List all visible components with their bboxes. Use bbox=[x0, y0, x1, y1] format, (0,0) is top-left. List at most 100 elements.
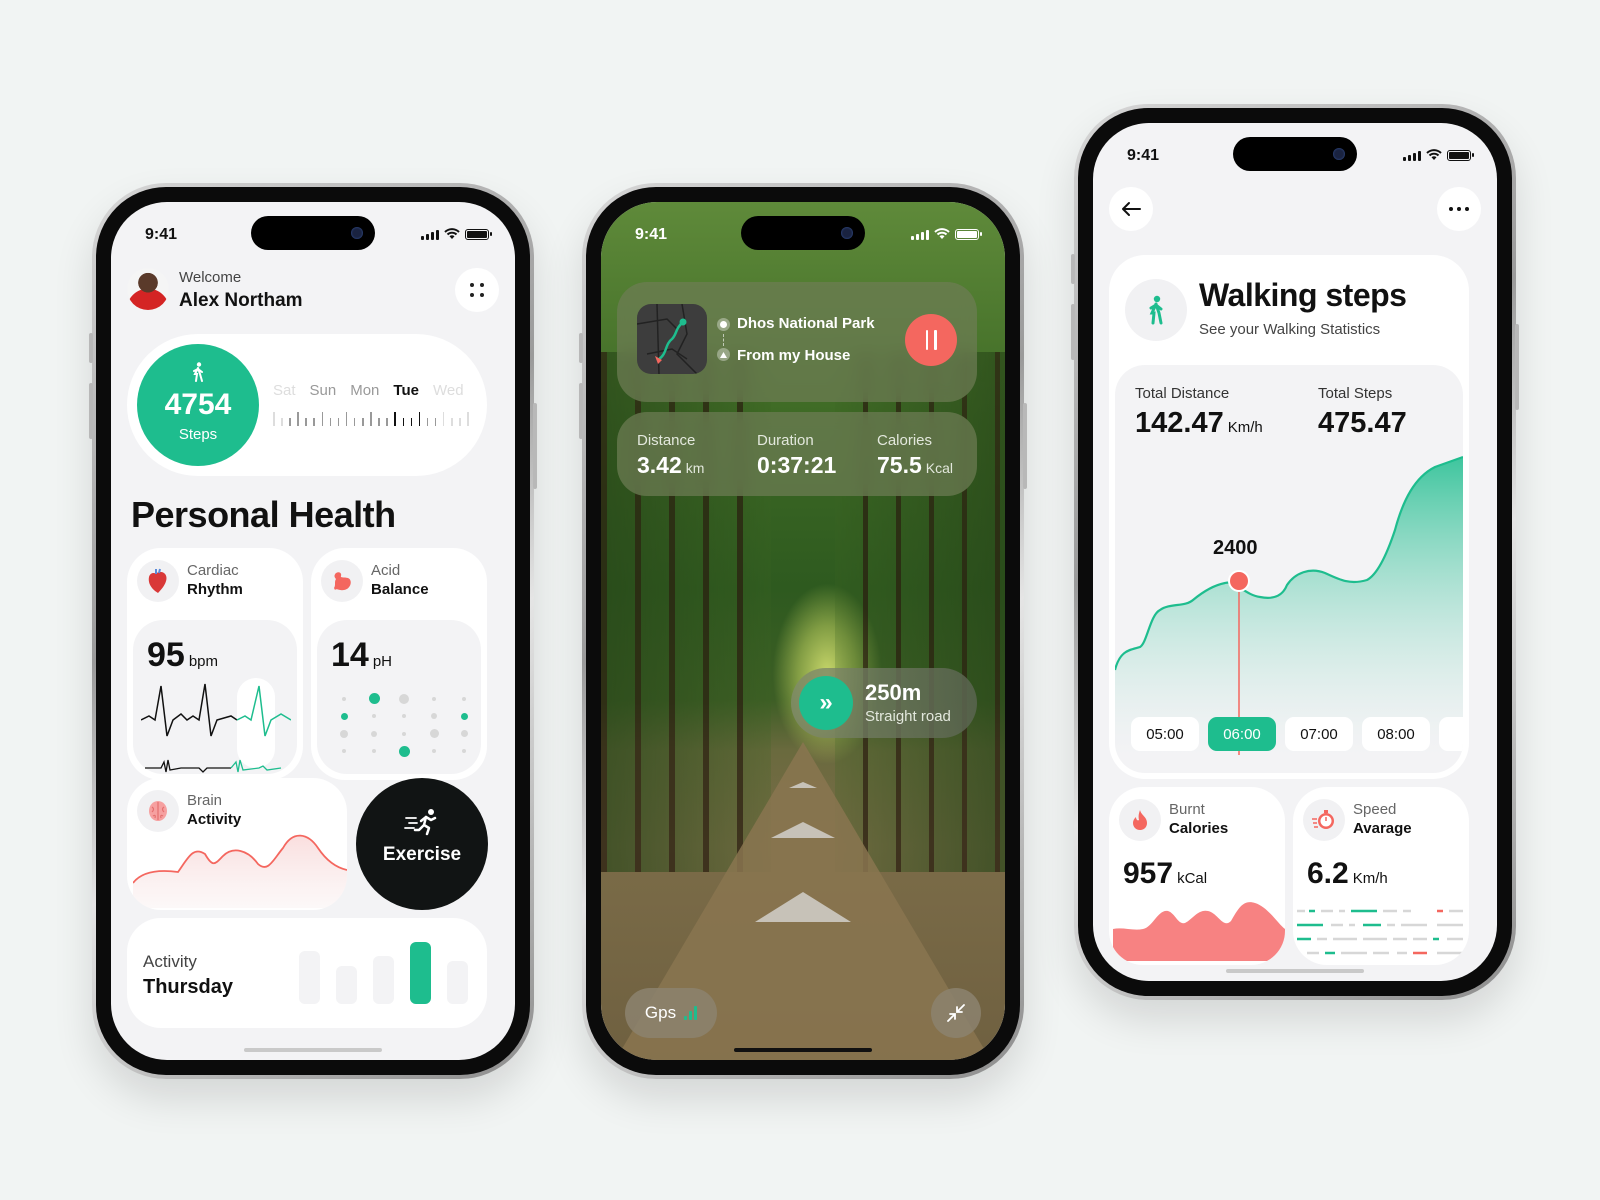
collapse-button[interactable] bbox=[931, 988, 981, 1038]
distance-value: 3.42 bbox=[637, 452, 682, 478]
total-distance-value: 142.47 bbox=[1135, 407, 1224, 439]
direction-arrow-icon bbox=[789, 782, 817, 788]
walking-icon bbox=[1125, 279, 1187, 341]
ruler-tick bbox=[378, 418, 380, 426]
activity-bar[interactable] bbox=[410, 942, 431, 1004]
more-options-button[interactable] bbox=[1437, 187, 1481, 231]
ph-dot bbox=[399, 693, 409, 704]
ruler-tick bbox=[467, 412, 469, 426]
screen: 9:41 Welcome Alex Northam 4754 Steps Sat… bbox=[111, 202, 515, 1060]
total-distance-label: Total Distance bbox=[1135, 385, 1230, 402]
time-chip-next[interactable] bbox=[1439, 717, 1463, 751]
day-sat[interactable]: Sat bbox=[273, 382, 296, 399]
destination-dot-icon bbox=[717, 318, 730, 331]
steps-label: Steps bbox=[178, 426, 218, 443]
ecg-chart bbox=[141, 683, 291, 773]
battery-icon bbox=[465, 229, 492, 240]
speed-dash-chart bbox=[1297, 909, 1463, 955]
ruler-tick bbox=[273, 412, 275, 426]
day-mon[interactable]: Mon bbox=[350, 382, 379, 399]
ph-dot bbox=[342, 749, 346, 754]
calories-area-chart bbox=[1113, 902, 1285, 961]
ruler-tick bbox=[410, 418, 413, 426]
dynamic-island bbox=[1233, 137, 1357, 171]
wifi-icon bbox=[1426, 149, 1442, 160]
activity-label-light: Activity bbox=[143, 952, 197, 971]
speed-average-card[interactable]: Speed Avarage 6.2 Km/h bbox=[1293, 787, 1469, 965]
more-dots-icon bbox=[1449, 207, 1469, 211]
home-indicator[interactable] bbox=[734, 1048, 872, 1052]
ph-dot bbox=[368, 693, 380, 705]
pause-button[interactable] bbox=[905, 314, 957, 366]
activity-bar[interactable] bbox=[373, 955, 394, 1004]
activity-bar[interactable] bbox=[447, 960, 468, 1004]
ph-dot bbox=[371, 730, 377, 737]
time-chip-0500[interactable]: 05:00 bbox=[1131, 717, 1199, 751]
navigation-instruction[interactable]: » 250m Straight road bbox=[791, 668, 977, 738]
steps-chart-panel: Total Distance 142.47 Km/h Total Steps 47… bbox=[1115, 365, 1463, 773]
dynamic-island bbox=[251, 216, 375, 250]
time-chip-0800[interactable]: 08:00 bbox=[1362, 717, 1430, 751]
ph-dot bbox=[462, 749, 466, 754]
ruler-tick bbox=[426, 418, 429, 426]
origin-home-icon bbox=[717, 348, 730, 361]
exercise-button[interactable]: Exercise bbox=[356, 778, 488, 910]
back-button[interactable] bbox=[1109, 187, 1153, 231]
ph-dot bbox=[398, 745, 410, 757]
nav-instruction: Straight road bbox=[865, 708, 951, 725]
activity-bar[interactable] bbox=[336, 965, 357, 1004]
home-indicator[interactable] bbox=[244, 1048, 382, 1052]
ph-dot bbox=[432, 696, 436, 701]
signal-icon bbox=[421, 230, 439, 240]
ruler-tick bbox=[442, 412, 445, 426]
volume-up-button bbox=[89, 383, 93, 439]
day-sun[interactable]: Sun bbox=[310, 382, 337, 399]
acid-label-bold: Balance bbox=[371, 581, 429, 598]
avatar[interactable] bbox=[127, 268, 169, 310]
highlight-point[interactable] bbox=[1228, 570, 1250, 592]
cardiac-label-light: Cardiac bbox=[187, 562, 239, 579]
ph-dot bbox=[372, 749, 376, 754]
calories-unit: kCal bbox=[1177, 870, 1208, 887]
activity-bar[interactable] bbox=[299, 951, 320, 1004]
time-chip-0600[interactable]: 06:00 bbox=[1208, 717, 1276, 751]
gps-status-button[interactable]: Gps bbox=[625, 988, 717, 1038]
route-map-thumbnail[interactable] bbox=[637, 304, 707, 374]
status-time: 9:41 bbox=[1127, 147, 1160, 164]
cardiac-card[interactable]: Cardiac Rhythm 95 bpm bbox=[127, 548, 303, 780]
status-bar: 9:41 bbox=[601, 202, 1005, 258]
gps-signal-icon bbox=[684, 1006, 698, 1020]
steps-counter[interactable]: 4754 Steps bbox=[137, 344, 259, 466]
screen: 9:41 Dhos National Park From my House Di… bbox=[601, 202, 1005, 1060]
menu-button[interactable] bbox=[455, 268, 499, 312]
day-ruler[interactable] bbox=[273, 410, 469, 426]
workout-stats-card: Distance 3.42 km Duration 0:37:21 Calorie… bbox=[617, 412, 977, 496]
calories-value: 957 bbox=[1123, 857, 1174, 890]
burnt-calories-card[interactable]: Burnt Calories 957 kCal bbox=[1109, 787, 1285, 965]
cardiac-label-bold: Rhythm bbox=[187, 581, 243, 598]
signal-icon bbox=[911, 230, 929, 240]
walking-icon bbox=[137, 362, 259, 387]
ph-unit: pH bbox=[372, 653, 393, 670]
acid-balance-card[interactable]: Acid Balance 14 pH bbox=[311, 548, 487, 780]
acid-label-light: Acid bbox=[371, 562, 401, 579]
home-indicator[interactable] bbox=[1226, 969, 1364, 973]
ruler-tick bbox=[321, 412, 324, 426]
wifi-icon bbox=[934, 228, 950, 239]
phone-walking-stats: 9:41 Walking steps See your Walking Stat… bbox=[1071, 104, 1519, 1000]
route-card[interactable]: Dhos National Park From my House bbox=[617, 282, 977, 402]
collapse-arrows-icon bbox=[947, 1004, 965, 1022]
day-tue[interactable]: Tue bbox=[393, 382, 419, 399]
ruler-tick bbox=[434, 418, 437, 426]
steps-widget[interactable]: 4754 Steps Sat Sun Mon Tue Wed bbox=[127, 334, 487, 476]
pause-icon bbox=[925, 330, 928, 350]
nav-distance: 250m bbox=[865, 680, 922, 705]
ph-dot bbox=[431, 713, 437, 720]
day-wed[interactable]: Wed bbox=[433, 382, 464, 399]
status-bar: 9:41 bbox=[111, 202, 515, 258]
total-steps-label: Total Steps bbox=[1318, 385, 1393, 402]
page-title: Walking steps bbox=[1199, 277, 1407, 313]
activity-card[interactable]: Activity Thursday bbox=[127, 918, 487, 1028]
time-chip-0700[interactable]: 07:00 bbox=[1285, 717, 1353, 751]
brain-activity-card[interactable]: Brain Activity bbox=[127, 778, 347, 910]
